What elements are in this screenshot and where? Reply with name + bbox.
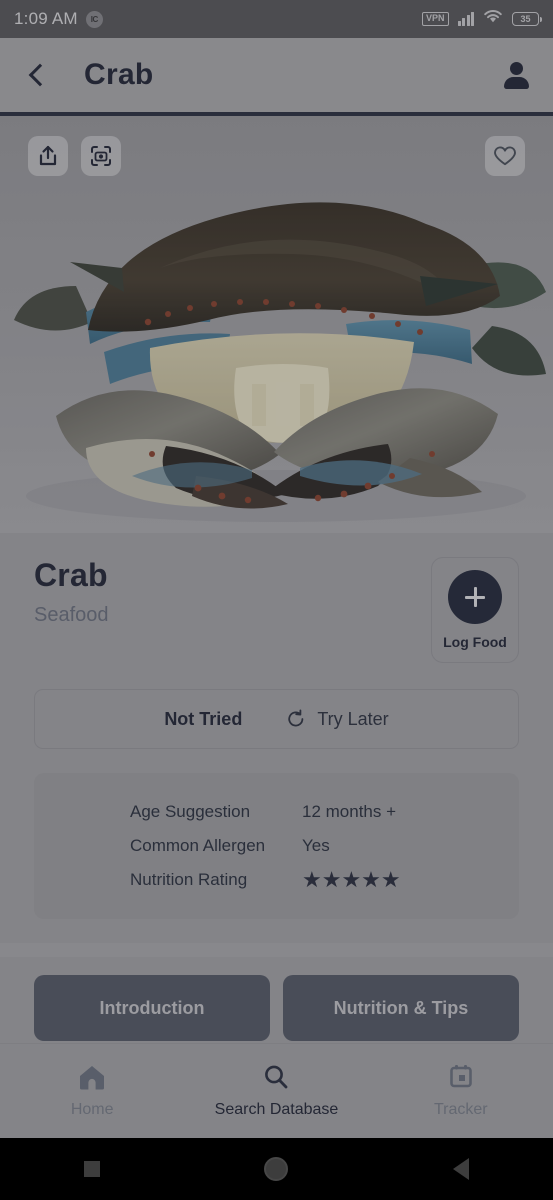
try-later-button[interactable]: Try Later <box>286 708 389 730</box>
square-icon <box>84 1161 101 1177</box>
nav-label-home: Home <box>70 1101 114 1118</box>
status-bar-left: 1:09 AM IC <box>14 9 103 29</box>
status-time: 1:09 AM <box>14 9 78 28</box>
not-tried-label[interactable]: Not Tried <box>164 709 242 730</box>
nav-item-search-database[interactable]: Search Database <box>184 1063 368 1119</box>
page-title: Crab <box>84 58 154 91</box>
log-food-button[interactable]: Log Food <box>431 557 519 663</box>
food-title-group: Crab Seafood <box>34 557 109 627</box>
food-detail-section: Crab Seafood Log Food Not Tried Try Late… <box>0 533 553 919</box>
nav-label-tracker: Tracker <box>434 1101 488 1118</box>
battery-icon: 35 <box>512 12 542 26</box>
status-bar: 1:09 AM IC VPN 35 <box>0 0 553 38</box>
share-icon[interactable] <box>28 136 68 176</box>
bottom-navigation: Home Search Database Tracker <box>0 1043 553 1138</box>
food-title-row: Crab Seafood Log Food <box>34 557 519 663</box>
battery-level: 35 <box>520 14 531 24</box>
search-icon <box>265 1065 288 1089</box>
hero-action-bar <box>0 136 553 176</box>
hero-image <box>0 116 553 533</box>
info-value: 12 months + <box>302 802 397 821</box>
status-app-chip-icon: IC <box>85 10 103 28</box>
nav-item-tracker[interactable]: Tracker <box>369 1063 553 1119</box>
food-info-card: Age Suggestion 12 months + Common Allerg… <box>34 773 519 919</box>
info-key: Age Suggestion <box>130 802 251 821</box>
chevron-left-icon[interactable] <box>22 60 52 90</box>
signal-bars-icon <box>457 12 474 26</box>
info-key: Nutrition Rating <box>130 870 248 889</box>
home-icon <box>80 1066 105 1090</box>
info-value: Yes <box>302 836 330 855</box>
tab-nutrition-tips[interactable]: Nutrition & Tips <box>283 975 519 1041</box>
try-later-label: Try Later <box>317 708 389 729</box>
table-row: Age Suggestion 12 months + <box>130 795 519 829</box>
section-divider <box>0 943 553 957</box>
app-screen: 1:09 AM IC VPN 35 Crab Crab Seafood Log … <box>0 0 553 1200</box>
plus-icon <box>448 570 502 624</box>
crab-photo <box>0 116 553 533</box>
wifi-icon <box>483 9 503 29</box>
system-recents-button[interactable] <box>0 1161 184 1177</box>
triangle-back-icon <box>452 1158 469 1180</box>
status-bar-right: VPN 35 <box>421 9 542 29</box>
heart-outline-icon[interactable] <box>485 136 525 176</box>
food-title: Crab <box>34 557 108 593</box>
app-bar: Crab <box>0 38 553 116</box>
nutrition-rating-stars: ★★★★★ <box>302 867 401 892</box>
table-row: Nutrition Rating ★★★★★ <box>130 863 519 897</box>
nav-label-search-database: Search Database <box>214 1101 339 1118</box>
try-status-box[interactable]: Not Tried Try Later <box>34 689 519 749</box>
system-home-button[interactable] <box>184 1157 368 1181</box>
food-category: Seafood <box>34 604 109 626</box>
nav-item-home[interactable]: Home <box>0 1063 184 1119</box>
circle-icon <box>264 1157 289 1181</box>
calendar-icon <box>450 1065 472 1088</box>
camera-scan-icon[interactable] <box>81 136 121 176</box>
system-navigation-bar <box>0 1138 553 1200</box>
log-food-label: Log Food <box>443 634 507 650</box>
rotate-ccw-icon <box>288 709 304 727</box>
info-key: Common Allergen <box>130 836 266 855</box>
content-tabs: Introduction Nutrition & Tips <box>0 957 553 1041</box>
tab-introduction[interactable]: Introduction <box>34 975 270 1041</box>
vpn-badge-icon: VPN <box>421 12 449 26</box>
system-back-button[interactable] <box>369 1158 553 1180</box>
table-row: Common Allergen Yes <box>130 829 519 863</box>
person-icon[interactable] <box>501 60 531 90</box>
